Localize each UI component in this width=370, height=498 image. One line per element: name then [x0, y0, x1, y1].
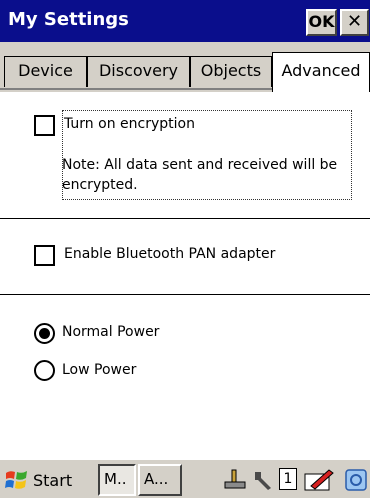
taskbar: Start M.. A... 1	[0, 458, 370, 498]
start-button[interactable]: Start	[4, 464, 72, 496]
pan-adapter-label[interactable]: Enable Bluetooth PAN adapter	[64, 246, 275, 262]
section-divider-1	[0, 218, 370, 219]
task-button-a[interactable]: A...	[138, 464, 182, 496]
network-icon[interactable]	[222, 468, 248, 492]
normal-power-label[interactable]: Normal Power	[62, 324, 159, 340]
encryption-note: Note: All data sent and received will be…	[62, 157, 338, 193]
low-power-radio[interactable]	[34, 360, 55, 381]
input-panel-icon[interactable]	[303, 468, 335, 492]
normal-power-radio[interactable]	[34, 323, 55, 344]
close-button[interactable]: ✕	[340, 9, 369, 36]
ok-button[interactable]: OK	[306, 9, 337, 36]
window-title: My Settings	[8, 9, 129, 30]
section-divider-2	[0, 294, 370, 295]
tab-device[interactable]: Device	[4, 56, 87, 87]
task-button-my-settings[interactable]: M..	[98, 464, 136, 496]
start-label: Start	[33, 470, 73, 490]
title-bar: My Settings OK ✕	[0, 0, 370, 42]
tab-discovery[interactable]: Discovery	[87, 56, 190, 87]
browser-icon[interactable]	[344, 468, 368, 492]
tray-number[interactable]: 1	[279, 468, 297, 490]
radio-selected-dot	[39, 328, 50, 339]
tab-objects[interactable]: Objects	[190, 56, 272, 87]
encryption-checkbox[interactable]	[34, 115, 55, 136]
tab-advanced[interactable]: Advanced	[272, 52, 370, 92]
windows-flag-icon	[5, 471, 27, 489]
tools-icon[interactable]	[252, 468, 274, 492]
low-power-label[interactable]: Low Power	[62, 362, 136, 378]
encryption-label[interactable]: Turn on encryption	[64, 116, 195, 132]
pan-adapter-checkbox[interactable]	[34, 245, 55, 266]
